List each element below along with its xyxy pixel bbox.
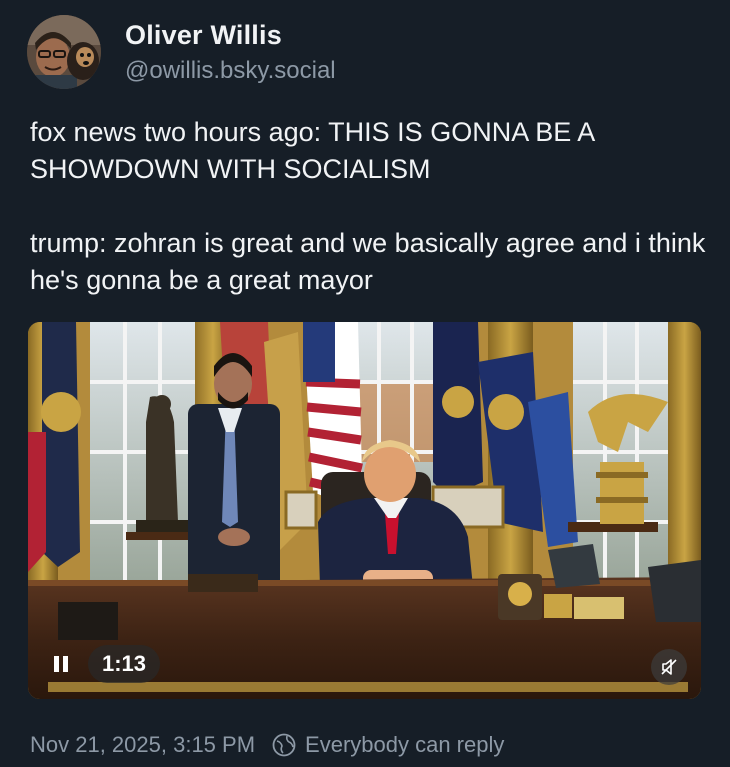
author[interactable]: Oliver Willis @owillis.bsky.social — [125, 18, 336, 88]
globe-icon — [272, 733, 296, 757]
post-meta: Nov 21, 2025, 3:15 PM Everybody can repl… — [30, 730, 504, 760]
playback-controls: 1:13 — [42, 645, 161, 683]
reply-setting-label: Everybody can reply — [305, 732, 505, 757]
post-paragraph: trump: zohran is great and we basically … — [30, 228, 706, 295]
mute-button[interactable] — [651, 649, 687, 685]
post: Oliver Willis @owillis.bsky.social fox n… — [0, 0, 730, 767]
post-paragraph: fox news two hours ago: THIS IS GONNA BE… — [30, 117, 594, 184]
video-duration: 1:13 — [88, 645, 161, 683]
handle[interactable]: @owillis.bsky.social — [125, 54, 336, 88]
avatar-image — [27, 15, 101, 89]
avatar[interactable] — [27, 15, 101, 89]
pause-button[interactable] — [42, 645, 80, 683]
pause-icon — [54, 656, 68, 672]
post-text: fox news two hours ago: THIS IS GONNA BE… — [30, 114, 710, 299]
video-frame — [28, 322, 701, 699]
muted-speaker-icon — [661, 659, 677, 675]
reply-setting[interactable]: Everybody can reply — [271, 730, 504, 760]
timestamp[interactable]: Nov 21, 2025, 3:15 PM — [30, 730, 255, 760]
display-name[interactable]: Oliver Willis — [125, 18, 336, 52]
video-player[interactable]: 1:13 — [28, 322, 701, 699]
